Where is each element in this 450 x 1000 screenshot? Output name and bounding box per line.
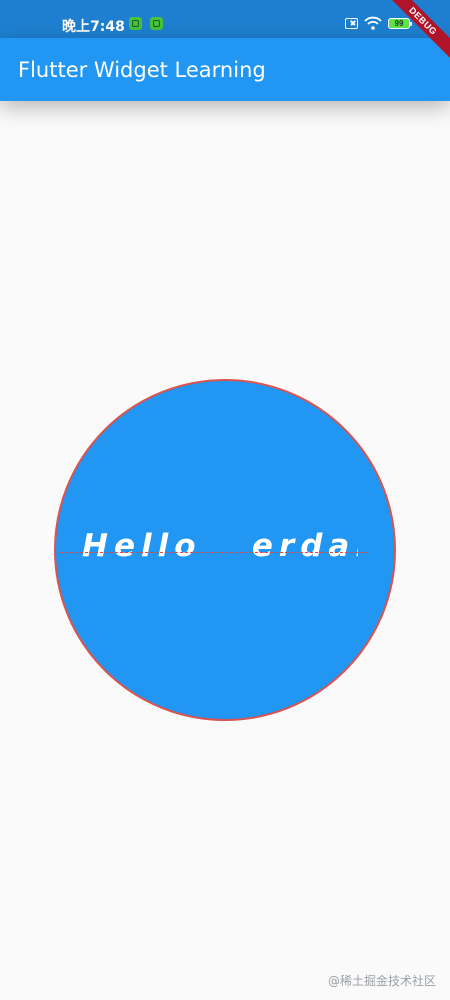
watermark: @稀土掘金技术社区 bbox=[327, 974, 436, 988]
app-notification-icon bbox=[129, 17, 142, 30]
wifi-icon bbox=[364, 16, 382, 30]
app-title: Flutter Widget Learning bbox=[18, 58, 266, 82]
sim-card-off-icon bbox=[345, 17, 358, 29]
circle-text: Hello erdai… bbox=[82, 528, 358, 564]
app-bar: Flutter Widget Learning bbox=[0, 38, 450, 101]
text-decoration-line bbox=[60, 552, 368, 553]
app-notification-icon bbox=[150, 17, 163, 30]
status-icons: 99 bbox=[345, 14, 412, 32]
status-time: 晚上7:48 bbox=[62, 19, 125, 35]
status-bar: 晚上7:48 99 bbox=[0, 0, 450, 38]
battery-icon: 99 bbox=[388, 17, 412, 29]
